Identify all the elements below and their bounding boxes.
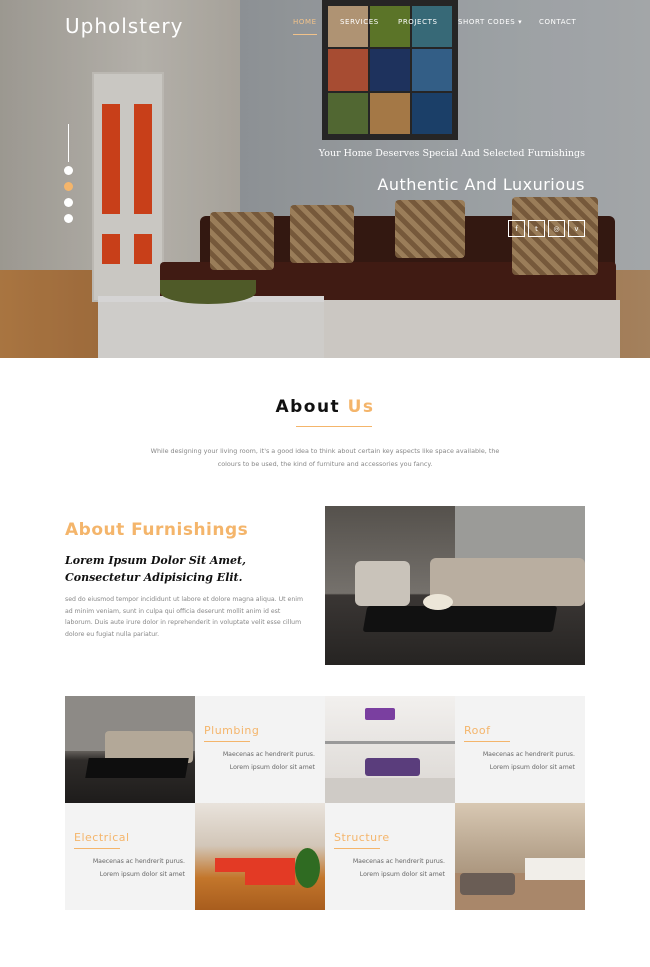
service-desc-line: Lorem ipsum dolor sit amet xyxy=(359,871,445,878)
slider-dot[interactable] xyxy=(64,214,73,223)
service-image xyxy=(455,803,585,910)
about-us-heading: About Us xyxy=(0,397,650,417)
slider-dot-active[interactable] xyxy=(64,182,73,191)
site-logo[interactable]: Upholstery xyxy=(65,14,183,38)
service-desc-line: Lorem ipsum dolor sit amet xyxy=(489,764,575,771)
service-title: Plumbing xyxy=(204,724,260,737)
hero-title: Authentic And Luxurious xyxy=(377,175,585,194)
about-text: While designing your living room, it's a… xyxy=(150,447,500,468)
furnishings-subtitle: Lorem Ipsum Dolor Sit Amet, Consectetur … xyxy=(65,554,246,584)
facebook-icon[interactable]: f xyxy=(508,220,525,237)
furnishings-text: sed do eiusmod tempor incididunt ut labo… xyxy=(65,596,303,638)
service-desc-line: Maecenas ac hendrerit purus. xyxy=(92,858,185,865)
service-divider xyxy=(464,741,510,742)
service-title: Structure xyxy=(334,831,390,844)
twitter-icon[interactable]: t xyxy=(528,220,545,237)
slider-dot[interactable] xyxy=(64,198,73,207)
service-card-roof[interactable]: Roof Maecenas ac hendrerit purus. Lorem … xyxy=(455,696,585,803)
services-grid: Plumbing Maecenas ac hendrerit purus. Lo… xyxy=(65,696,585,910)
about-title-accent: Us xyxy=(347,397,375,417)
service-image xyxy=(65,696,195,803)
furnishings-title: About Furnishings xyxy=(65,520,249,540)
nav-projects[interactable]: Projects xyxy=(398,18,438,26)
service-desc: Maecenas ac hendrerit purus. Lorem ipsum… xyxy=(205,748,315,774)
service-desc-line: Maecenas ac hendrerit purus. xyxy=(352,858,445,865)
vimeo-icon[interactable]: v xyxy=(568,220,585,237)
service-desc: Maecenas ac hendrerit purus. Lorem ipsum… xyxy=(335,855,445,881)
service-title: Electrical xyxy=(74,831,130,844)
service-desc-line: Lorem ipsum dolor sit amet xyxy=(229,764,315,771)
service-desc: Maecenas ac hendrerit purus. Lorem ipsum… xyxy=(75,855,185,881)
nav-short-codes[interactable]: Short Codes ▾ xyxy=(458,18,522,26)
service-desc-line: Maecenas ac hendrerit purus. xyxy=(222,751,315,758)
slider-line xyxy=(68,124,69,162)
nav-services[interactable]: Services xyxy=(340,18,379,26)
nav-home[interactable]: Home xyxy=(293,18,317,35)
slider-dots xyxy=(64,166,73,223)
hero-subtitle: Your Home Deserves Special And Selected … xyxy=(318,148,585,159)
service-image xyxy=(195,803,325,910)
service-desc: Maecenas ac hendrerit purus. Lorem ipsum… xyxy=(465,748,575,774)
service-card-structure[interactable]: Structure Maecenas ac hendrerit purus. L… xyxy=(325,803,455,910)
service-desc-line: Lorem ipsum dolor sit amet xyxy=(99,871,185,878)
service-divider xyxy=(74,848,120,849)
service-card-electrical[interactable]: Electrical Maecenas ac hendrerit purus. … xyxy=(65,803,195,910)
hero-banner: Upholstery Home Services Projects Short … xyxy=(0,0,650,358)
social-links: f t ◎ v xyxy=(508,220,585,237)
nav-contact[interactable]: Contact xyxy=(539,18,576,26)
service-title: Roof xyxy=(464,724,491,737)
service-divider xyxy=(334,848,380,849)
dribbble-icon[interactable]: ◎ xyxy=(548,220,565,237)
about-divider xyxy=(296,426,372,427)
service-divider xyxy=(204,741,250,742)
slider-dot[interactable] xyxy=(64,166,73,175)
service-desc-line: Maecenas ac hendrerit purus. xyxy=(482,751,575,758)
service-card-plumbing[interactable]: Plumbing Maecenas ac hendrerit purus. Lo… xyxy=(195,696,325,803)
service-image xyxy=(325,696,455,803)
furnishings-image xyxy=(325,506,585,665)
about-title-main: About xyxy=(275,397,341,417)
